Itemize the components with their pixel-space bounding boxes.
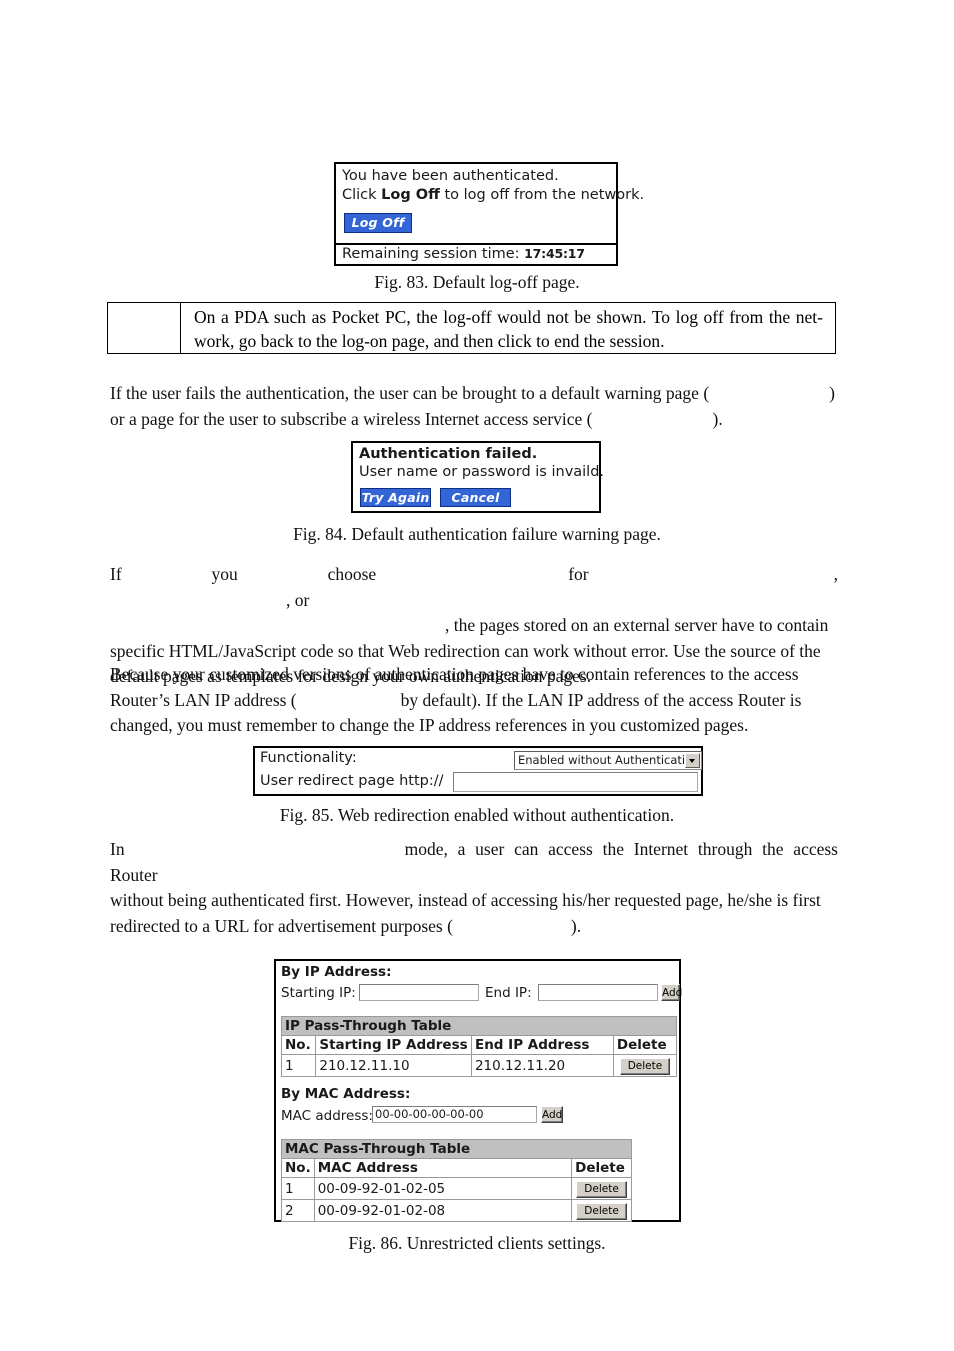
ip-col-delete: Delete: [612, 1035, 678, 1055]
redirect-url-input[interactable]: [453, 772, 698, 792]
logoff-message-line1: You have been authenticated.: [342, 168, 559, 184]
mac-col-delete: Delete: [571, 1158, 632, 1178]
mac-table-header-row: No. MAC Address Delete: [281, 1158, 632, 1178]
authentication-failed-message: Authentication failed. User name or pass…: [359, 445, 604, 481]
logoff-message-line2-pre: Click: [342, 187, 382, 203]
figure-85-caption: Fig. 85. Web redirection enabled without…: [279, 805, 675, 825]
chevron-down-icon[interactable]: [685, 753, 700, 768]
ip-table-title-row: IP Pass-Through Table: [281, 1016, 677, 1036]
logoff-divider: [336, 243, 616, 245]
remaining-session-value: 17:45:17: [524, 246, 585, 261]
note-icon-cell: [108, 303, 181, 353]
mac-row-1-delete-cell: Delete: [571, 1177, 632, 1200]
mac-row-2-delete-cell: Delete: [571, 1199, 632, 1222]
mac-address-input[interactable]: 00-00-00-00-00-00: [372, 1106, 537, 1123]
logoff-message: You have been authenticated. Click Log O…: [342, 167, 644, 205]
web-redirection-form: Functionality: Enabled without Authentic…: [253, 746, 703, 796]
paragraph-2-b: for: [568, 564, 589, 584]
functionality-select[interactable]: Enabled without Authentication: [514, 751, 702, 770]
authentication-failed-detail: User name or password is invaild.: [359, 464, 605, 480]
mac-row-2-delete-button[interactable]: Delete: [576, 1202, 627, 1220]
authentication-failed-dialog: Authentication failed. User name or pass…: [351, 441, 604, 513]
end-ip-input[interactable]: [538, 984, 658, 1001]
ip-table-header-row: No. Starting IP Address End IP Address D…: [280, 1035, 678, 1055]
ip-pass-through-table: IP Pass-Through Table No. Starting IP Ad…: [280, 1016, 678, 1077]
paragraph-3-line1: Because your customized versions of auth…: [110, 664, 799, 684]
ip-row-start: 210.12.11.10: [315, 1054, 472, 1077]
paragraph-2-a: If you choose: [110, 564, 377, 584]
paragraph-1-line2: or a page for the user to subscribe a wi…: [110, 408, 593, 429]
ip-col-no: No.: [280, 1035, 317, 1055]
mac-row-1-address: 00-09-92-01-02-05: [313, 1177, 573, 1200]
ip-table-title: IP Pass-Through Table: [281, 1016, 677, 1036]
paragraph-2-e: , the pages stored on an external server…: [445, 615, 829, 635]
table-row: 1 00-09-92-01-02-05 Delete: [281, 1177, 632, 1200]
paragraph-4: In mode, a user can access the Internet t…: [110, 837, 838, 939]
ip-row-delete-cell: Delete: [612, 1054, 678, 1077]
paragraph-1-line1: If the user fails the authentication, th…: [110, 383, 710, 403]
paragraph-4-e: ).: [570, 915, 582, 936]
paragraph-2-c: ,: [833, 564, 838, 584]
mac-pass-through-table: MAC Pass-Through Table No. MAC Address D…: [281, 1139, 632, 1222]
paragraph-3-line2a: Router’s LAN IP address (: [110, 689, 297, 710]
paragraph-1-line1-end: ): [829, 383, 835, 403]
paragraph-4-d: redirected to a URL for advertisement pu…: [110, 915, 453, 936]
paragraph-4-b: mode, a user can access the Internet thr…: [110, 839, 838, 885]
try-again-button[interactable]: Try Again: [360, 488, 431, 507]
starting-ip-label: Starting IP:: [281, 985, 356, 1001]
paragraph-3-line3: changed, you must remember to change the…: [110, 715, 749, 735]
paragraph-3-line2b: by default). If the LAN IP address of th…: [400, 689, 802, 710]
ip-col-start: Starting IP Address: [315, 1035, 472, 1055]
paragraph-2-f: specific HTML/JavaScript code so that We…: [110, 640, 821, 661]
ip-col-end: End IP Address: [470, 1035, 614, 1055]
mac-table-title-row: MAC Pass-Through Table: [281, 1139, 632, 1159]
paragraph-4-c: without being authenticated first. Howev…: [110, 890, 821, 910]
mac-row-2-address: 00-09-92-01-02-08: [313, 1199, 573, 1222]
mac-address-label: MAC address:: [281, 1108, 373, 1124]
mac-row-1-no: 1: [281, 1177, 315, 1200]
figure-86-caption: Fig. 86. Unrestricted clients settings.: [348, 1233, 606, 1253]
figure-84-caption: Fig. 84. Default authentication failure …: [293, 524, 661, 544]
unrestricted-clients-panel: By IP Address: Starting IP: End IP: Add …: [274, 959, 682, 1222]
log-off-button[interactable]: Log Off: [344, 213, 412, 233]
starting-ip-input[interactable]: [359, 984, 479, 1001]
note-text: On a PDA such as Pocket PC, the log-off …: [194, 307, 823, 351]
redirect-page-row: User redirect page http://: [260, 773, 444, 789]
figure-83-caption: Fig. 83. Default log-off page.: [374, 272, 580, 292]
paragraph-1: If the user fails the authentication, th…: [110, 381, 838, 432]
paragraph-1-line2-end: ).: [712, 408, 723, 429]
mac-table-title: MAC Pass-Through Table: [281, 1139, 632, 1159]
paragraph-3: Because your customized versions of auth…: [110, 662, 838, 739]
ip-row-delete-button[interactable]: Delete: [619, 1057, 671, 1075]
authentication-failed-title: Authentication failed.: [359, 446, 538, 462]
mac-row-2-no: 2: [281, 1199, 315, 1222]
remaining-session-time: Remaining session time: 17:45:17: [342, 246, 585, 262]
document-page: You have been authenticated. Click Log O…: [0, 0, 954, 1351]
table-row: 1 210.12.11.10 210.12.11.20 Delete: [280, 1054, 678, 1077]
ip-row-end: 210.12.11.20: [470, 1054, 614, 1077]
paragraph-2-d: , or: [286, 589, 310, 610]
end-ip-label: End IP:: [485, 985, 532, 1001]
functionality-label: Functionality:: [260, 750, 357, 766]
functionality-select-value: Enabled without Authentication: [518, 753, 700, 767]
redirect-page-label: User redirect page http://: [260, 773, 444, 789]
table-row: 2 00-09-92-01-02-08 Delete: [281, 1199, 632, 1222]
mac-col-no: No.: [281, 1158, 315, 1178]
logoff-message-line2-post: to log off from the network.: [439, 187, 645, 203]
cancel-button[interactable]: Cancel: [440, 488, 511, 507]
note-callout: On a PDA such as Pocket PC, the log-off …: [107, 302, 836, 354]
functionality-row: Functionality: Enabled without Authentic…: [260, 750, 702, 770]
logoff-message-bold: Log Off: [381, 187, 440, 203]
logoff-dialog: You have been authenticated. Click Log O…: [334, 162, 644, 266]
mac-row-1-delete-button[interactable]: Delete: [576, 1180, 627, 1198]
paragraph-4-a: In: [110, 839, 125, 859]
by-mac-address-title: By MAC Address:: [281, 1086, 411, 1102]
by-ip-address-title: By IP Address:: [281, 964, 392, 980]
mac-add-button[interactable]: Add: [541, 1106, 563, 1123]
ip-row-no: 1: [280, 1054, 317, 1077]
remaining-session-label: Remaining session time:: [342, 246, 520, 262]
ip-add-button[interactable]: Add: [661, 984, 682, 1001]
mac-col-address: MAC Address: [313, 1158, 573, 1178]
